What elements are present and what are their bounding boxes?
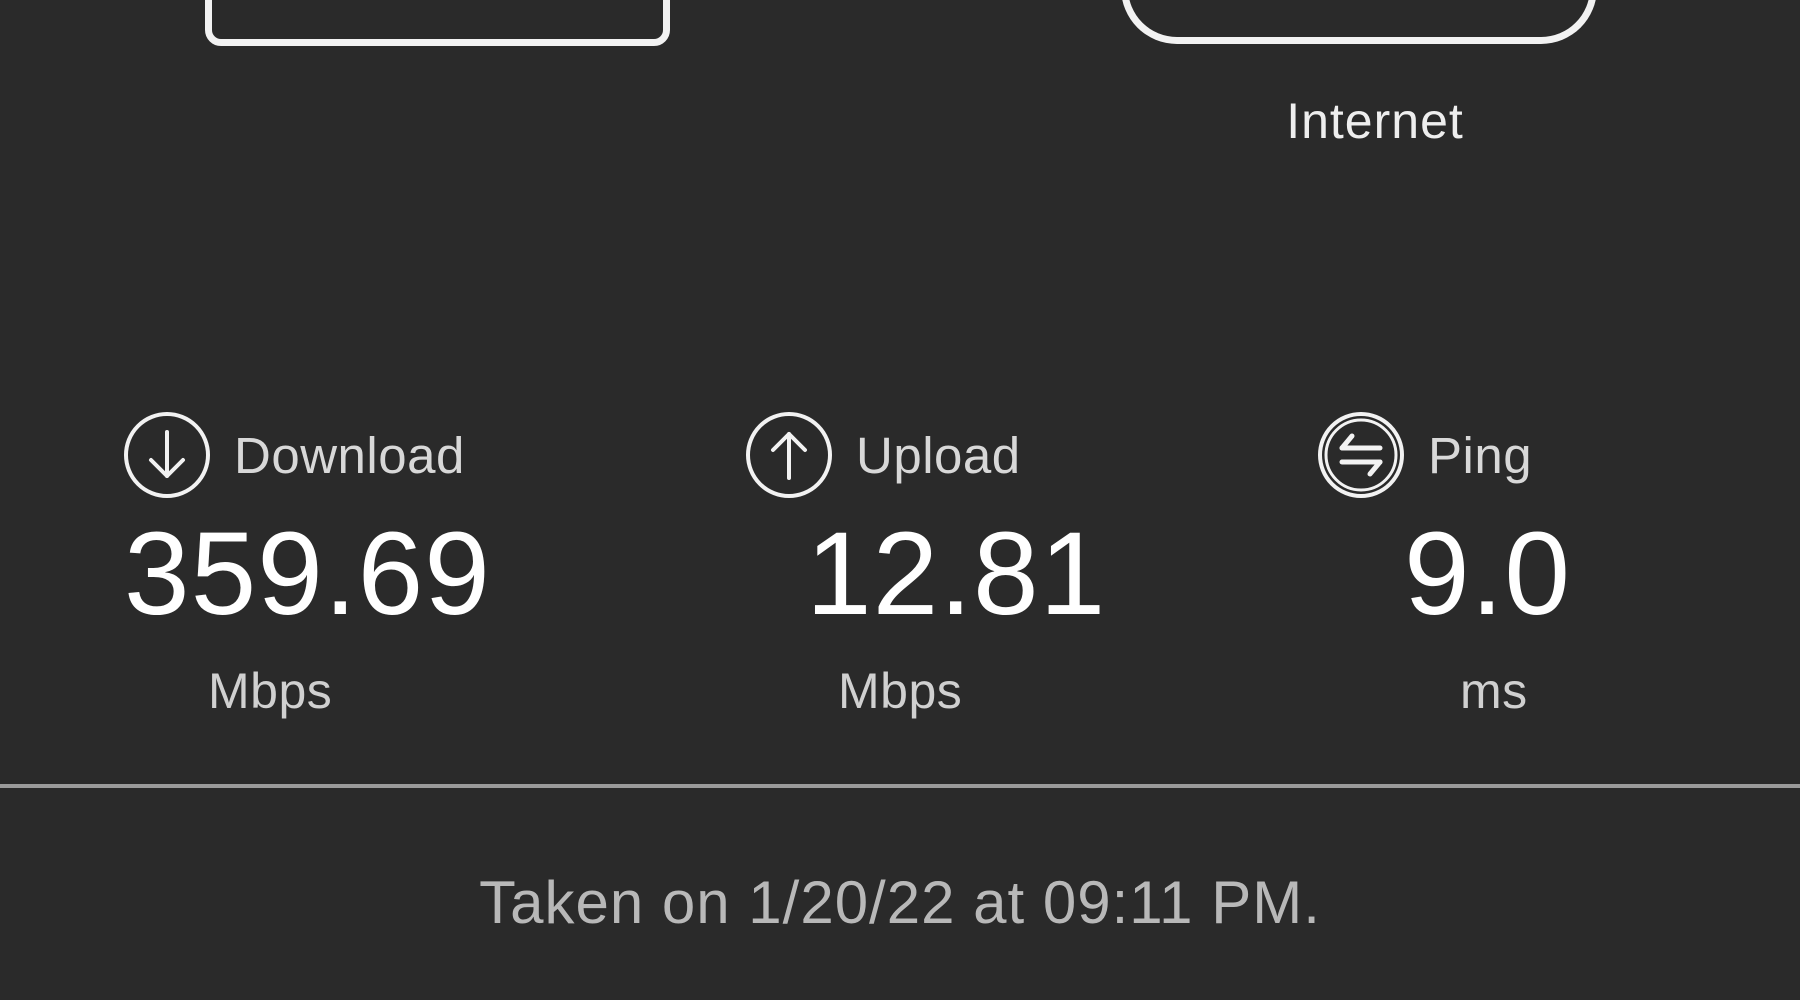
divider — [0, 784, 1800, 788]
test-timestamp: Taken on 1/20/22 at 09:11 PM. — [479, 869, 1321, 936]
ping-metric: Ping 9.0 ms — [1316, 410, 1736, 730]
internet-label: Internet — [1286, 93, 1464, 149]
download-unit: Mbps — [208, 663, 333, 719]
ping-label: Ping — [1428, 426, 1533, 484]
arrow-down-circle-icon — [124, 412, 210, 498]
download-value: 359.69 — [124, 508, 491, 640]
speed-test-result-screen: Internet Download 359.69 Mbps Upload 12.… — [0, 0, 1800, 1000]
ping-value: 9.0 — [1404, 508, 1572, 640]
upload-value: 12.81 — [806, 508, 1107, 640]
swap-arrows-circle-icon — [1318, 412, 1404, 498]
ping-unit: ms — [1460, 663, 1528, 719]
upload-metric: Upload 12.81 Mbps — [744, 410, 1164, 730]
upload-unit: Mbps — [838, 663, 963, 719]
device-node-box — [205, 0, 670, 46]
download-label: Download — [234, 426, 465, 484]
ping-header: Ping — [1316, 410, 1532, 500]
upload-header: Upload — [744, 410, 1021, 500]
upload-label: Upload — [856, 426, 1021, 484]
download-header: Download — [122, 410, 465, 500]
download-metric: Download 359.69 Mbps — [122, 410, 542, 730]
internet-node-box — [1121, 0, 1597, 44]
arrow-up-circle-icon — [746, 412, 832, 498]
